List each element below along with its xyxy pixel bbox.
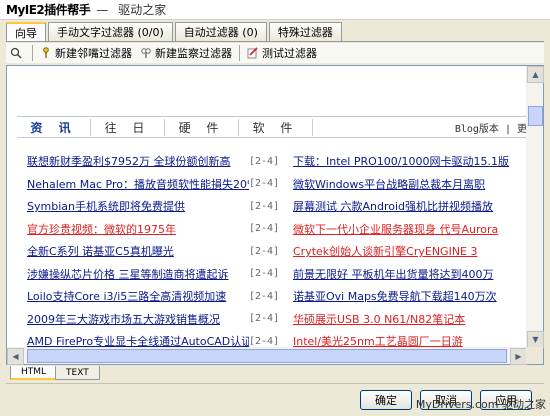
news-row: Symbian手机系统即将免费提供 [2-4] 屏幕测试 六款Android强机比拼… xyxy=(27,195,527,218)
tab-strip: 向导 手动文字过滤器 (0/0) 自动过滤器 (0) 特殊过滤器 xyxy=(6,22,344,42)
new-monitor-filter-label: 新建监察过滤器 xyxy=(155,47,232,60)
news-date: [2-4] xyxy=(249,178,280,190)
html-preview-pane: 资 讯 往 日 硬 件 软 件 Blog版本 | 更 联想新财季盈利$7952万… xyxy=(6,65,544,365)
toolbar-separator xyxy=(239,45,240,61)
test-icon xyxy=(247,47,258,59)
news-date: [2-4] xyxy=(249,335,280,347)
tab-html[interactable]: HTML xyxy=(10,366,58,380)
news-date: [2-4] xyxy=(249,290,280,302)
news-link-right[interactable]: 华硕展示USB 3.0 N61/N82笔记本 xyxy=(293,311,523,327)
preview-content: 资 讯 往 日 硬 件 软 件 Blog版本 | 更 联想新财季盈利$7952万… xyxy=(7,66,527,348)
news-date: [2-4] xyxy=(249,155,280,167)
news-row: 2009年三大游戏市场五大游戏销售概况 [2-4] 华硕展示USB 3.0 N61/… xyxy=(27,308,527,331)
footer-watermark: MyDrivers.com 驱动之家 xyxy=(415,398,546,411)
scroll-down-icon[interactable]: ▼ xyxy=(527,331,544,348)
news-row: Loilo支持Core i3/i5三路全高清视频加速 [2-4] 诺基亚Ovi Ma… xyxy=(27,285,527,308)
tab-manual-text-filter[interactable]: 手动文字过滤器 (0/0) xyxy=(48,22,173,41)
test-filter-button[interactable]: 测试过滤器 xyxy=(243,44,321,62)
news-row: 官方珍贵视频：微软的1975年 [2-4] 微软下一代小企业服务器现身 代号Auro… xyxy=(27,218,527,241)
news-link-right[interactable]: 诺基亚Ovi Maps免费导航下载超140万次 xyxy=(293,288,523,304)
news-row: 联想新财季盈利$7952万 全球份额创新高 [2-4] 下载：Intel PRO10… xyxy=(27,150,527,173)
test-filter-label: 测试过滤器 xyxy=(262,47,317,60)
news-link-left[interactable]: Loilo支持Core i3/i5三路全高清视频加速 xyxy=(27,288,249,304)
monitor-filter-icon xyxy=(141,48,151,58)
news-date: [2-4] xyxy=(249,200,280,212)
news-link-left[interactable]: 全新C系列 诺基亚C5真机曝光 xyxy=(27,243,249,259)
scroll-up-icon[interactable]: ▲ xyxy=(527,66,544,83)
news-date: [2-4] xyxy=(249,313,280,325)
news-link-left[interactable]: 官方珍贵视频：微软的1975年 xyxy=(27,221,249,237)
nav-news[interactable]: 资 讯 xyxy=(17,118,91,136)
vertical-scrollbar[interactable]: ▲ ▼ xyxy=(526,66,544,348)
news-link-left[interactable]: Nehalem Mac Pro：播放音频软性能損失20% xyxy=(27,176,249,192)
new-monitor-filter-button[interactable]: 新建监察过滤器 xyxy=(136,44,236,62)
filter-icon xyxy=(43,47,49,58)
nav-archive[interactable]: 往 日 xyxy=(91,118,165,136)
tab-special-filter[interactable]: 特殊过滤器 xyxy=(268,22,342,41)
news-link-left[interactable]: Symbian手机系统即将免费提供 xyxy=(27,198,249,214)
view-tabs: HTML TEXT xyxy=(10,366,100,380)
news-link-right[interactable]: Crytek创始人谈新引擎CryENGINE 3 xyxy=(293,243,523,259)
news-list: 联想新财季盈利$7952万 全球份额创新高 [2-4] 下载：Intel PRO10… xyxy=(27,150,527,348)
window-title: MyIE2插件帮手 xyxy=(6,3,91,17)
site-nav-bar: 资 讯 往 日 硬 件 软 件 Blog版本 | 更 xyxy=(17,116,527,138)
new-ad-filter-button[interactable]: 新建邻嘴过滤器 xyxy=(36,44,136,62)
tab-panel-border xyxy=(6,41,544,42)
nav-hardware[interactable]: 硬 件 xyxy=(165,118,239,136)
news-link-right[interactable]: 下载：Intel PRO100/1000网卡驱动15.1版 xyxy=(293,153,523,169)
news-date: [2-4] xyxy=(249,245,280,257)
new-ad-filter-label: 新建邻嘴过滤器 xyxy=(55,47,132,60)
news-link-left[interactable]: 2009年三大游戏市场五大游戏销售概况 xyxy=(27,311,249,327)
news-row: 全新C系列 诺基亚C5真机曝光 [2-4] Crytek创始人谈新引擎CryENGI… xyxy=(27,240,527,263)
tab-auto-filter[interactable]: 自动过滤器 (0) xyxy=(174,22,267,41)
ok-button[interactable]: 确定 xyxy=(360,390,412,410)
nav-software[interactable]: 软 件 xyxy=(239,118,313,136)
tab-text[interactable]: TEXT xyxy=(55,366,100,380)
title-watermark: 驱动之家 xyxy=(118,3,167,17)
footer-divider xyxy=(6,383,544,384)
news-link-right[interactable]: 屏幕测试 六款Android强机比拼视频播放 xyxy=(293,198,523,214)
news-link-left[interactable]: 联想新财季盈利$7952万 全球份额创新高 xyxy=(27,153,249,169)
news-link-right[interactable]: 前景无限好 平板机年出货量将达到400万 xyxy=(293,266,523,282)
toolbar: 新建邻嘴过滤器 新建监察过滤器 测试过滤器 xyxy=(6,43,544,63)
scroll-left-icon[interactable]: ◀ xyxy=(7,348,24,365)
horizontal-scroll-thumb[interactable] xyxy=(27,349,507,363)
magnifier-button[interactable] xyxy=(6,44,29,62)
scrollbar-corner xyxy=(526,347,543,364)
news-date: [2-4] xyxy=(249,268,280,280)
title-bar: MyIE2插件帮手 — 驱动之家 xyxy=(0,0,550,20)
news-link-left[interactable]: 涉嫌操纵芯片价格 三星等制造商将遭起诉 xyxy=(27,266,249,282)
news-link-right[interactable]: 微软Windows平台战略副总裁本月离职 xyxy=(293,176,523,192)
news-link-right[interactable]: 微软下一代小企业服务器现身 代号Aurora xyxy=(293,221,523,237)
news-date: [2-4] xyxy=(249,223,280,235)
nav-blog-link[interactable]: Blog版本 | 更 xyxy=(455,120,527,135)
scroll-right-icon[interactable]: ▶ xyxy=(510,348,527,365)
news-link-left[interactable]: AMD FirePro专业显卡全线通过AutoCAD认证 xyxy=(27,333,249,348)
magnifier-icon xyxy=(10,47,22,59)
vertical-scroll-thumb[interactable] xyxy=(528,106,543,126)
news-link-right[interactable]: Intel/美光25nm工艺晶圆厂一日游 xyxy=(293,333,523,348)
horizontal-scrollbar[interactable]: ◀ ▶ xyxy=(7,347,527,365)
news-row: AMD FirePro专业显卡全线通过AutoCAD认证 [2-4] Intel/美… xyxy=(27,330,527,348)
news-row: Nehalem Mac Pro：播放音频软性能損失20% [2-4] 微软Windo… xyxy=(27,173,527,196)
toolbar-separator xyxy=(32,45,33,61)
tab-wizard[interactable]: 向导 xyxy=(6,22,46,42)
news-row: 涉嫌操纵芯片价格 三星等制造商将遭起诉 [2-4] 前景无限好 平板机年出货量将达到… xyxy=(27,263,527,286)
